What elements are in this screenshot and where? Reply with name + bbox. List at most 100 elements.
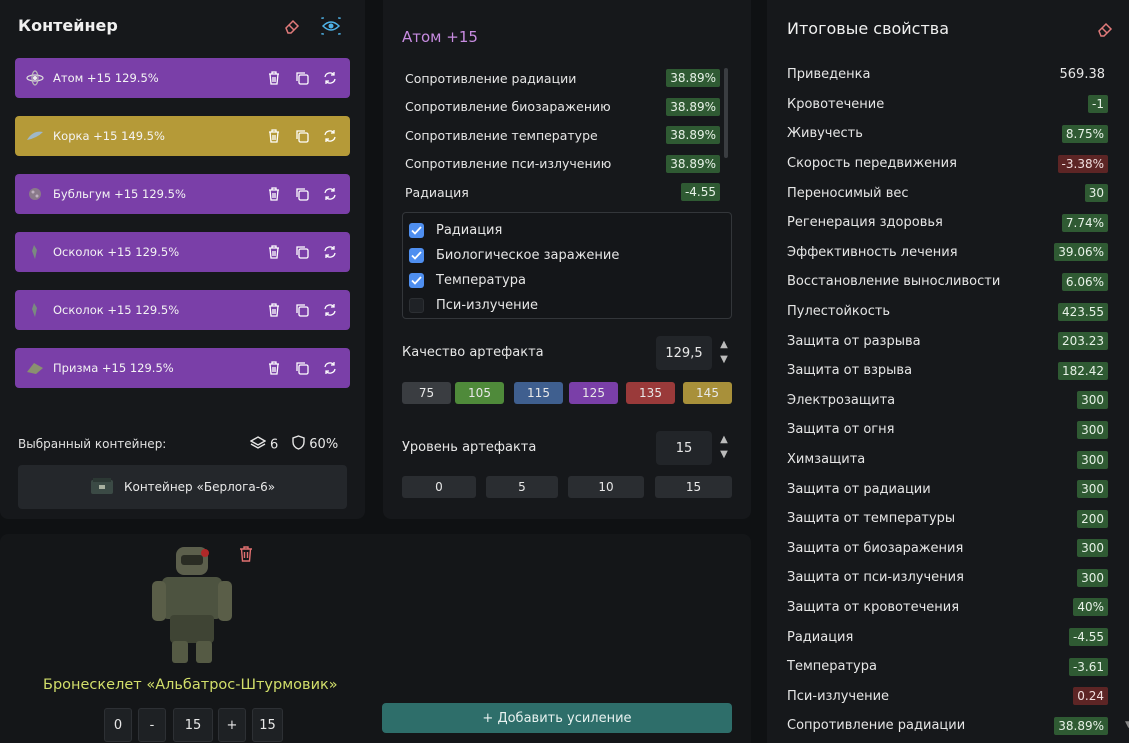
- artifact-row[interactable]: Осколок +15 129.5%: [15, 232, 350, 272]
- stat-name: Пулестойкость: [787, 304, 891, 320]
- quality-input[interactable]: 129,5: [656, 336, 712, 370]
- trash-icon[interactable]: [266, 360, 282, 376]
- stat-value: 7.74%: [1061, 213, 1108, 232]
- copy-icon[interactable]: [294, 128, 310, 144]
- quality-preset-button[interactable]: 145: [683, 382, 732, 404]
- stat-name: Кровотечение: [787, 96, 885, 112]
- artifact-actions: [266, 244, 338, 260]
- artifact-property-row: Радиация -4.55: [405, 178, 720, 207]
- stat-value: -3.38%: [1057, 154, 1108, 173]
- stat-value: 6.06%: [1061, 272, 1108, 291]
- quality-preset-button[interactable]: 135: [626, 382, 675, 404]
- artifact-row[interactable]: Бубльгум +15 129.5%: [15, 174, 350, 214]
- stat-value: 203.23: [1058, 332, 1108, 351]
- armor-level-decrement[interactable]: -: [138, 708, 166, 742]
- swap-icon[interactable]: [322, 70, 338, 86]
- trash-icon[interactable]: [266, 186, 282, 202]
- container-box-icon: [90, 476, 114, 499]
- stat-row: Радиация -4.55: [787, 622, 1108, 652]
- copy-icon[interactable]: [294, 186, 310, 202]
- eye-icon[interactable]: [320, 15, 342, 37]
- checkbox[interactable]: [409, 248, 424, 263]
- quality-decrement[interactable]: ▼: [718, 353, 730, 366]
- atom-icon: [25, 70, 45, 86]
- trash-icon[interactable]: [266, 244, 282, 260]
- checkbox[interactable]: [409, 273, 424, 288]
- checkbox[interactable]: [409, 223, 424, 238]
- artifact-row[interactable]: Атом +15 129.5%: [15, 58, 350, 98]
- protection-value: 60%: [309, 437, 339, 452]
- stat-value: -4.55: [1068, 628, 1108, 647]
- quality-preset-button[interactable]: 125: [569, 382, 618, 404]
- filter-checkbox-row[interactable]: Температура: [409, 268, 725, 293]
- copy-icon[interactable]: [294, 70, 310, 86]
- stat-name: Защита от огня: [787, 422, 895, 438]
- level-preset-button[interactable]: 15: [655, 476, 732, 498]
- trash-icon[interactable]: [266, 128, 282, 144]
- quality-preset-button[interactable]: 75: [402, 382, 451, 404]
- stat-value: 0.24: [1073, 687, 1108, 706]
- quality-increment[interactable]: ▲: [718, 338, 730, 351]
- stat-name: Сопротивление радиации: [787, 718, 966, 734]
- level-input[interactable]: 15: [656, 431, 712, 465]
- stat-name: Электрозащита: [787, 392, 896, 408]
- layers-icon: [249, 435, 267, 454]
- stat-name: Радиация: [787, 629, 854, 645]
- filter-checkbox-row[interactable]: Биологическое заражение: [409, 243, 725, 268]
- stat-row: Защита от радиации 300: [787, 474, 1108, 504]
- property-value: 38.89%: [666, 126, 720, 145]
- copy-icon[interactable]: [294, 302, 310, 318]
- level-preset-button[interactable]: 0: [402, 476, 476, 498]
- level-decrement[interactable]: ▼: [718, 448, 730, 461]
- property-name: Сопротивление биозаражению: [405, 99, 611, 115]
- stat-value: 300: [1077, 391, 1108, 410]
- stat-name: Защита от температуры: [787, 511, 956, 527]
- checkbox[interactable]: [409, 298, 424, 313]
- swap-icon[interactable]: [322, 128, 338, 144]
- copy-icon[interactable]: [294, 360, 310, 376]
- property-name: Сопротивление температуре: [405, 127, 598, 143]
- checkbox-label: Температура: [436, 273, 526, 288]
- armor-level-max-button[interactable]: 15: [252, 708, 283, 742]
- level-preset-button[interactable]: 10: [568, 476, 644, 498]
- level-preset-button[interactable]: 5: [486, 476, 558, 498]
- delete-armor-button[interactable]: [238, 545, 254, 567]
- stat-value: 30: [1084, 184, 1108, 203]
- add-upgrade-button[interactable]: + Добавить усиление: [382, 703, 732, 733]
- quality-preset-button[interactable]: 115: [514, 382, 563, 404]
- shard-icon: [25, 302, 45, 318]
- level-label: Уровень артефакта: [402, 440, 537, 455]
- artifact-row[interactable]: Призма +15 129.5%: [15, 348, 350, 388]
- eraser-icon[interactable]: [281, 15, 303, 37]
- swap-icon[interactable]: [322, 302, 338, 318]
- artifact-name: Осколок +15 129.5%: [53, 245, 180, 259]
- checkbox-label: Радиация: [436, 223, 503, 238]
- eraser-icon[interactable]: [1094, 18, 1116, 40]
- swap-icon[interactable]: [322, 244, 338, 260]
- artifact-actions: [266, 302, 338, 318]
- copy-icon[interactable]: [294, 244, 310, 260]
- stat-name: Защита от пси-излучения: [787, 570, 964, 586]
- filter-checkbox-row[interactable]: Радиация: [409, 218, 725, 243]
- swap-icon[interactable]: [322, 360, 338, 376]
- artifact-property-row: Сопротивление радиации 38.89%: [405, 64, 720, 93]
- stats-scroll-down[interactable]: ▼: [1125, 720, 1129, 730]
- trash-icon[interactable]: [266, 70, 282, 86]
- armor-level-min-button[interactable]: 0: [104, 708, 132, 742]
- stat-value: 300: [1077, 568, 1108, 587]
- filter-checkbox-row[interactable]: Пси-излучение: [409, 293, 725, 318]
- artifact-row[interactable]: Корка +15 149.5%: [15, 116, 350, 156]
- artifact-row[interactable]: Осколок +15 129.5%: [15, 290, 350, 330]
- trash-icon[interactable]: [266, 302, 282, 318]
- level-increment[interactable]: ▲: [718, 433, 730, 446]
- stat-name: Скорость передвижения: [787, 156, 957, 172]
- artifact-name: Корка +15 149.5%: [53, 129, 165, 143]
- container-select-button[interactable]: Контейнер «Берлога-6»: [18, 465, 347, 509]
- quality-preset-button[interactable]: 105: [455, 382, 504, 404]
- properties-scrollbar[interactable]: [724, 68, 728, 158]
- armor-level-increment[interactable]: +: [218, 708, 246, 742]
- property-name: Радиация: [405, 184, 469, 200]
- stat-row: Сопротивление радиации 38.89%: [787, 711, 1108, 741]
- swap-icon[interactable]: [322, 186, 338, 202]
- armor-level-input[interactable]: 15: [173, 708, 213, 742]
